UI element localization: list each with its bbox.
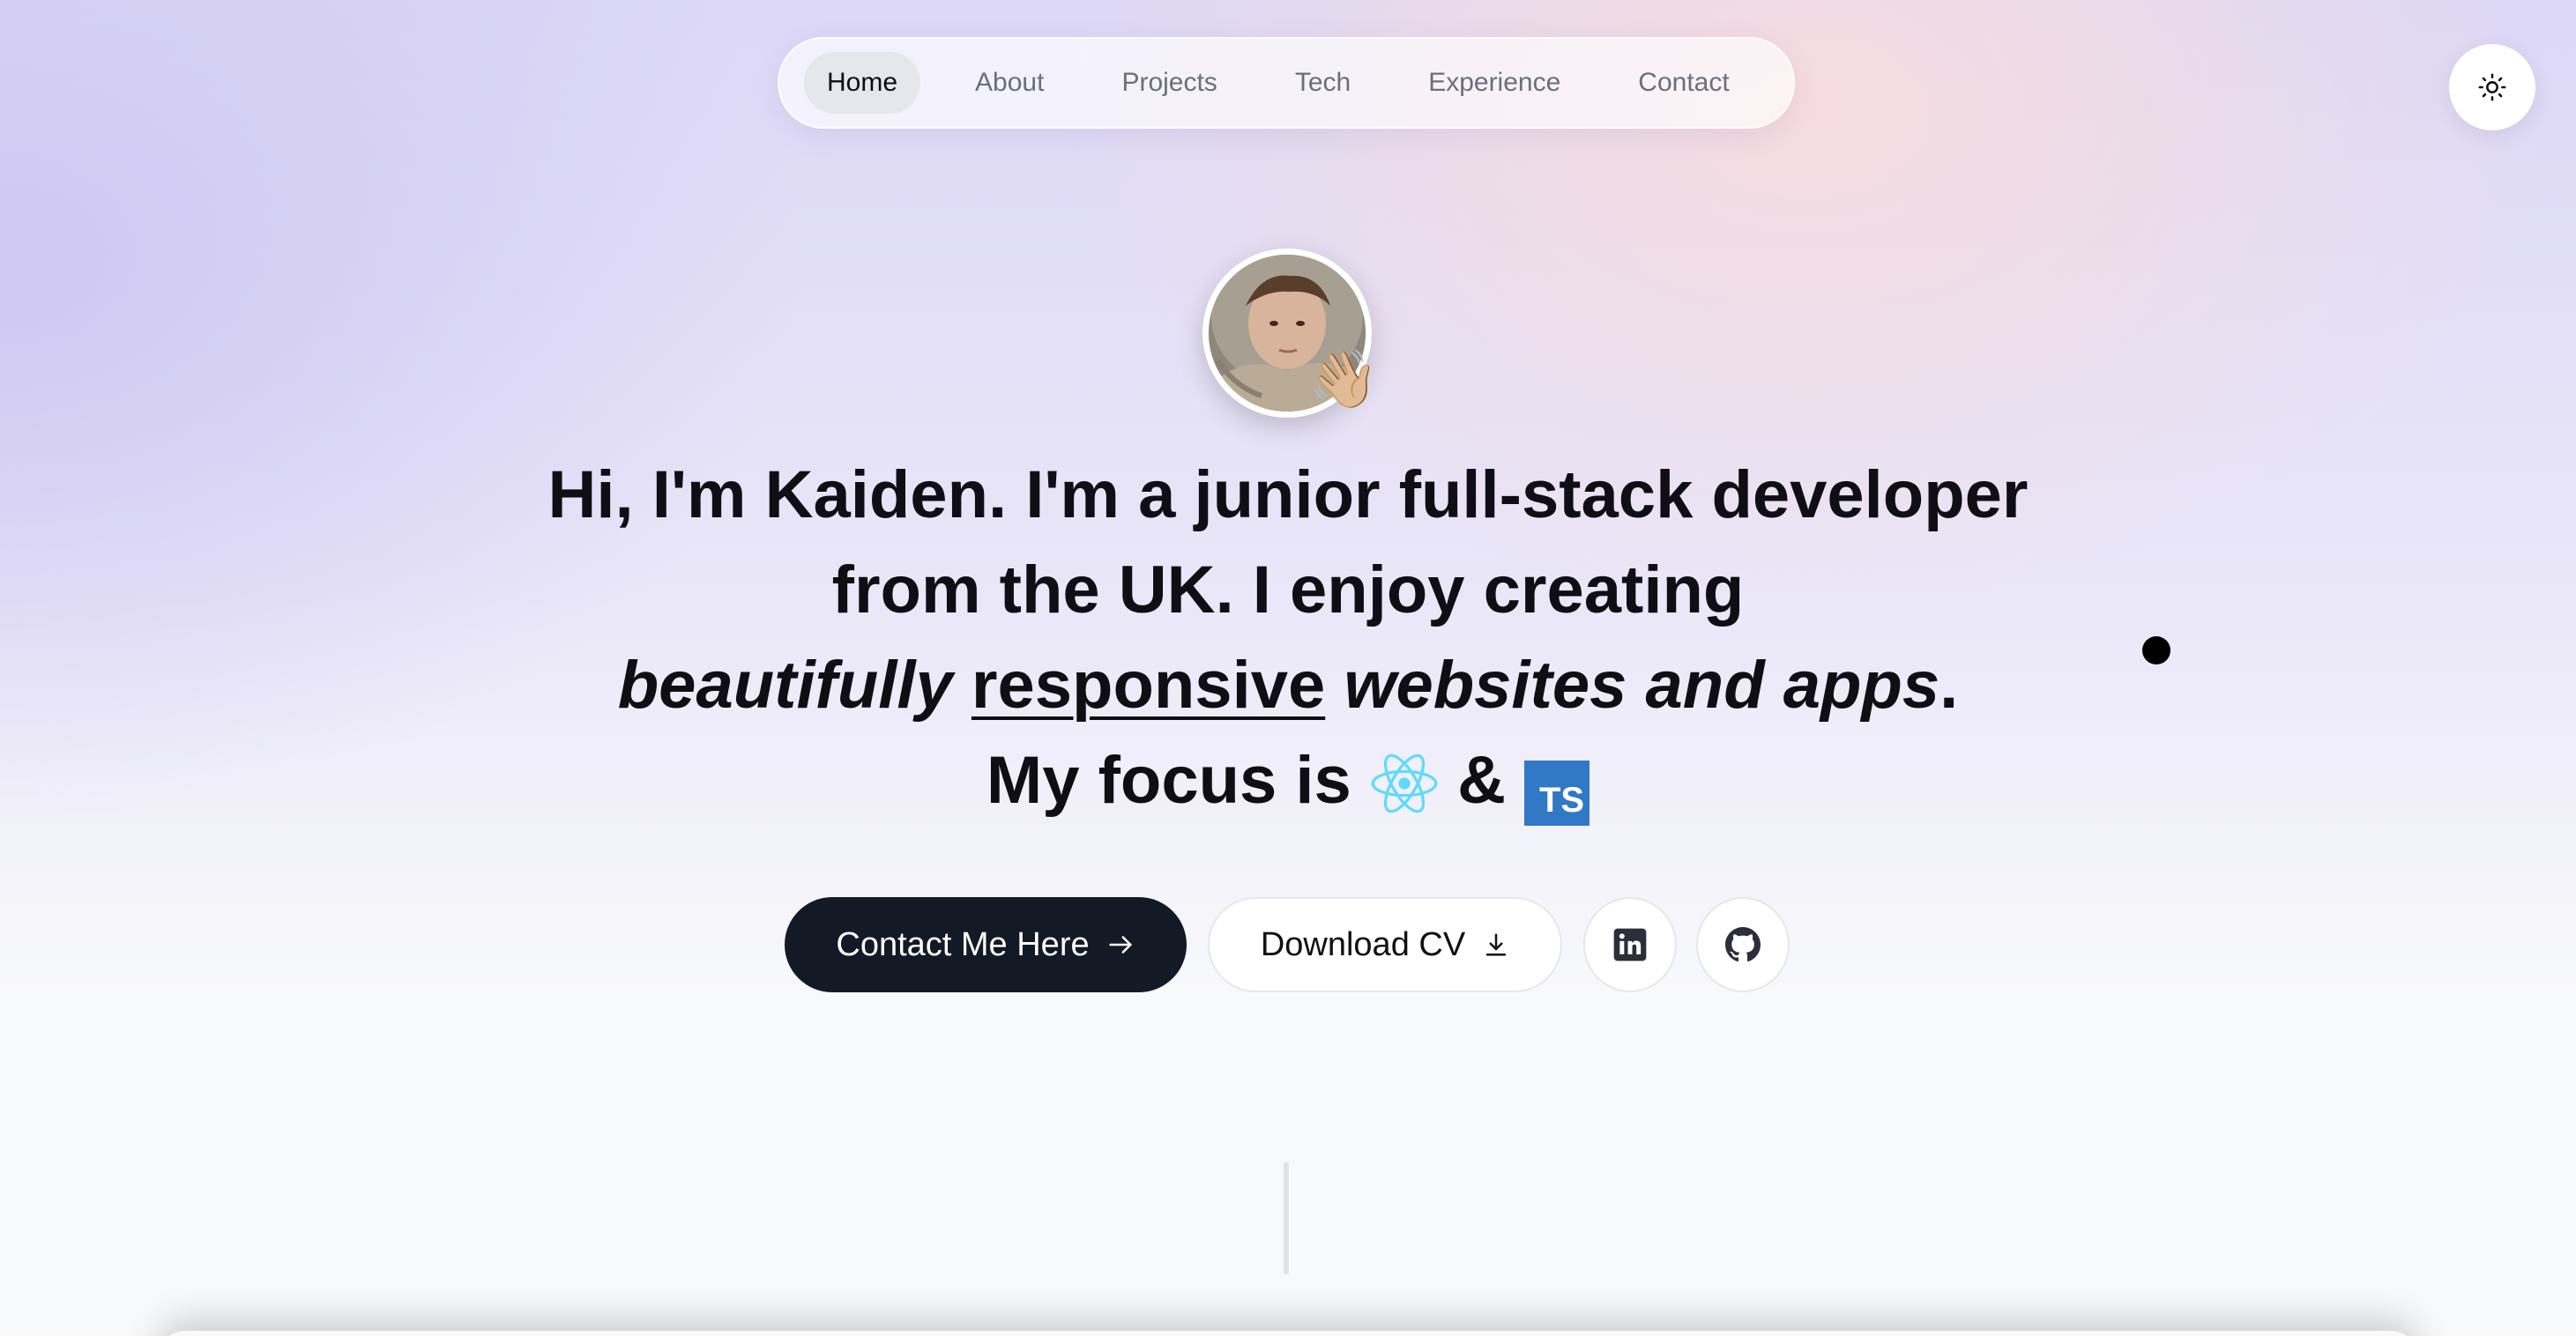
- theme-toggle-button[interactable]: [2449, 44, 2535, 130]
- greeting-text: Hi, I'm Kaiden.: [547, 457, 1008, 532]
- nav-item-contact[interactable]: Contact: [1615, 52, 1752, 114]
- role-text: junior full-stack developer: [1194, 457, 2029, 532]
- contact-button-label: Contact Me Here: [836, 925, 1090, 963]
- contact-button[interactable]: Contact Me Here: [785, 897, 1187, 992]
- nav-item-about[interactable]: About: [952, 52, 1067, 114]
- github-button[interactable]: [1696, 897, 1790, 992]
- download-cv-label: Download CV: [1260, 925, 1466, 963]
- nav-item-tech[interactable]: Tech: [1272, 52, 1374, 114]
- nav-item-projects[interactable]: Projects: [1098, 52, 1240, 114]
- nav-item-experience[interactable]: Experience: [1405, 52, 1583, 114]
- focus-text: My focus is: [986, 743, 1351, 818]
- top-navigation: Home About Projects Tech Experience Cont…: [778, 37, 1795, 129]
- headline-text: I'm a: [1007, 457, 1195, 532]
- react-icon: [1371, 753, 1438, 813]
- websites-text: websites and apps: [1344, 648, 1940, 723]
- hero-headline: Hi, I'm Kaiden. I'm a junior full-stack …: [529, 448, 2047, 828]
- linkedin-button[interactable]: [1583, 897, 1677, 992]
- ampersand-text: &: [1457, 743, 1506, 818]
- headline-text: .: [1939, 648, 1959, 723]
- scroll-divider: [1284, 1162, 1289, 1274]
- headline-text: . I enjoy creating: [1215, 553, 1745, 627]
- cursor-dot: [2142, 636, 2170, 664]
- download-icon: [1485, 933, 1507, 956]
- waving-hand-emoji: 👋🏼: [1308, 347, 1379, 411]
- github-icon: [1725, 927, 1761, 962]
- sun-icon: [2478, 73, 2506, 101]
- section-edge-shadow: [159, 1331, 2417, 1336]
- headline-text: from the: [831, 553, 1119, 627]
- arrow-right-icon: [1109, 936, 1132, 954]
- nav-item-home[interactable]: Home: [804, 52, 921, 114]
- linkedin-icon: [1613, 928, 1647, 961]
- responsive-text: responsive: [971, 648, 1326, 723]
- download-cv-button[interactable]: Download CV: [1208, 897, 1562, 992]
- typescript-icon: TS: [1524, 761, 1590, 826]
- beautifully-text: beautifully: [617, 648, 953, 723]
- country-text: UK: [1118, 553, 1216, 627]
